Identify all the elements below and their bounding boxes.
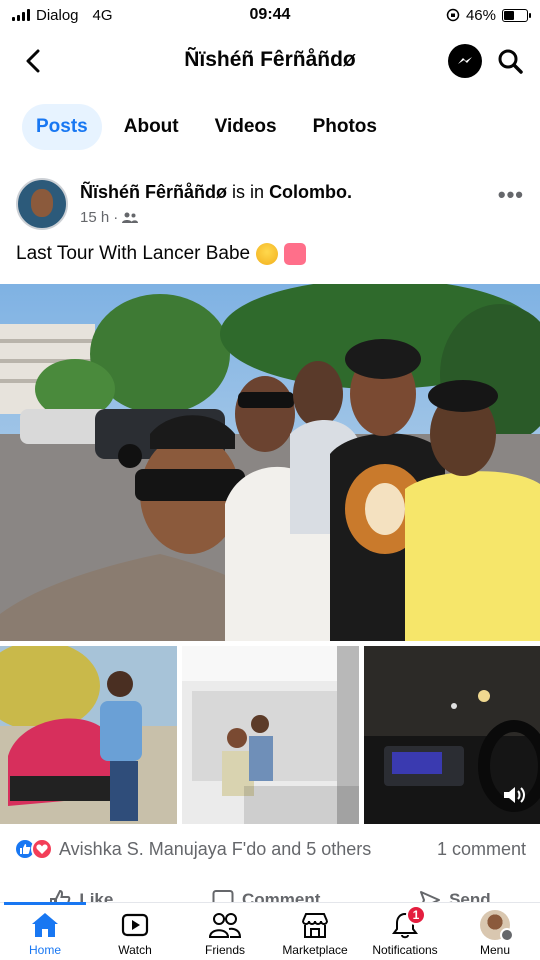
clock: 09:44 <box>249 6 291 23</box>
relieved-face-emoji-icon <box>256 243 279 265</box>
post-text: Last Tour With Lancer Babe <box>16 243 307 265</box>
tab-videos[interactable]: Videos <box>201 104 291 150</box>
tab-about[interactable]: About <box>110 104 193 150</box>
tab-photos[interactable]: Photos <box>299 104 391 150</box>
notification-badge: 1 <box>406 905 426 925</box>
battery-level <box>504 10 515 20</box>
marketplace-icon <box>298 909 332 941</box>
heart-ribbon-emoji-icon <box>284 243 307 265</box>
nav-marketplace-label: Marketplace <box>282 943 348 957</box>
post-photo-thumb-1[interactable] <box>0 646 177 824</box>
comment-count[interactable]: 1 comment <box>437 839 526 860</box>
battery-icon <box>502 8 531 22</box>
post-meta: 15 h · <box>80 209 139 226</box>
nav-watch[interactable]: Watch <box>90 903 180 960</box>
nav-home-label: Home <box>28 943 61 957</box>
volume-icon[interactable] <box>502 784 526 806</box>
profile-tabs: Posts About Videos Photos <box>22 104 391 150</box>
reaction-icons <box>14 838 53 860</box>
reactions-summary[interactable]: Avishka S. Manujaya F'do and 5 others 1 … <box>14 838 526 860</box>
network-type: 4G <box>92 6 113 24</box>
search-button[interactable] <box>494 45 526 77</box>
bottom-nav: Home Watch Friends Marketplace 1 Notific… <box>0 902 540 960</box>
messenger-button[interactable] <box>448 44 482 78</box>
friends-icon <box>208 909 242 941</box>
post-header: Ñïshéñ Fêrñåñdø is in Colombo. 15 h · ••… <box>0 174 540 234</box>
post-photo-main[interactable] <box>0 284 540 641</box>
search-icon <box>498 49 523 74</box>
home-icon <box>28 909 62 941</box>
friends-icon <box>122 212 139 223</box>
post-caption: Last Tour With Lancer Babe <box>16 243 251 264</box>
signal-icon <box>12 9 30 21</box>
post-author-line: Ñïshéñ Fêrñåñdø is in Colombo. <box>80 182 352 203</box>
nav-menu[interactable]: Menu <box>450 903 540 960</box>
profile-header: Ñïshéñ Fêrñåñdø <box>0 36 540 86</box>
post-time[interactable]: 15 h <box>80 209 109 226</box>
nav-home[interactable]: Home <box>0 902 90 960</box>
menu-avatar-icon <box>478 909 514 942</box>
car-photo-image <box>0 646 177 824</box>
nav-friends[interactable]: Friends <box>180 903 270 960</box>
post-author-name[interactable]: Ñïshéñ Fêrñåñdø <box>80 182 227 202</box>
status-bar: Dialog 4G 09:44 46% <box>0 0 540 30</box>
nav-notifications[interactable]: 1 Notifications <box>360 903 450 960</box>
nav-friends-label: Friends <box>204 943 245 957</box>
post-location[interactable]: Colombo. <box>269 182 352 202</box>
status-left: Dialog 4G <box>12 7 212 24</box>
nav-menu-label: Menu <box>479 943 511 957</box>
nav-marketplace[interactable]: Marketplace <box>270 903 360 960</box>
love-reaction-icon <box>31 838 53 860</box>
post-more-button[interactable]: ••• <box>498 182 524 208</box>
reactions-names[interactable]: Avishka S. Manujaya F'do and 5 others <box>59 839 371 860</box>
author-avatar[interactable] <box>16 178 68 230</box>
group-selfie-image <box>0 284 540 641</box>
tab-posts[interactable]: Posts <box>22 104 102 150</box>
store-photo-image <box>182 646 359 824</box>
orientation-lock-icon <box>446 8 460 22</box>
nav-watch-label: Watch <box>118 943 152 957</box>
post-is-in: is in <box>232 182 265 202</box>
messenger-icon <box>458 57 472 64</box>
bell-icon: 1 <box>388 905 426 941</box>
carrier-name: Dialog <box>36 6 79 24</box>
nav-notifications-label: Notifications <box>372 943 438 957</box>
status-right: 46% <box>328 6 531 24</box>
battery-percent: 46% <box>465 6 496 24</box>
watch-icon <box>118 909 152 941</box>
post-video-thumb-3[interactable] <box>364 646 540 824</box>
post-photo-thumb-2[interactable] <box>182 646 359 824</box>
